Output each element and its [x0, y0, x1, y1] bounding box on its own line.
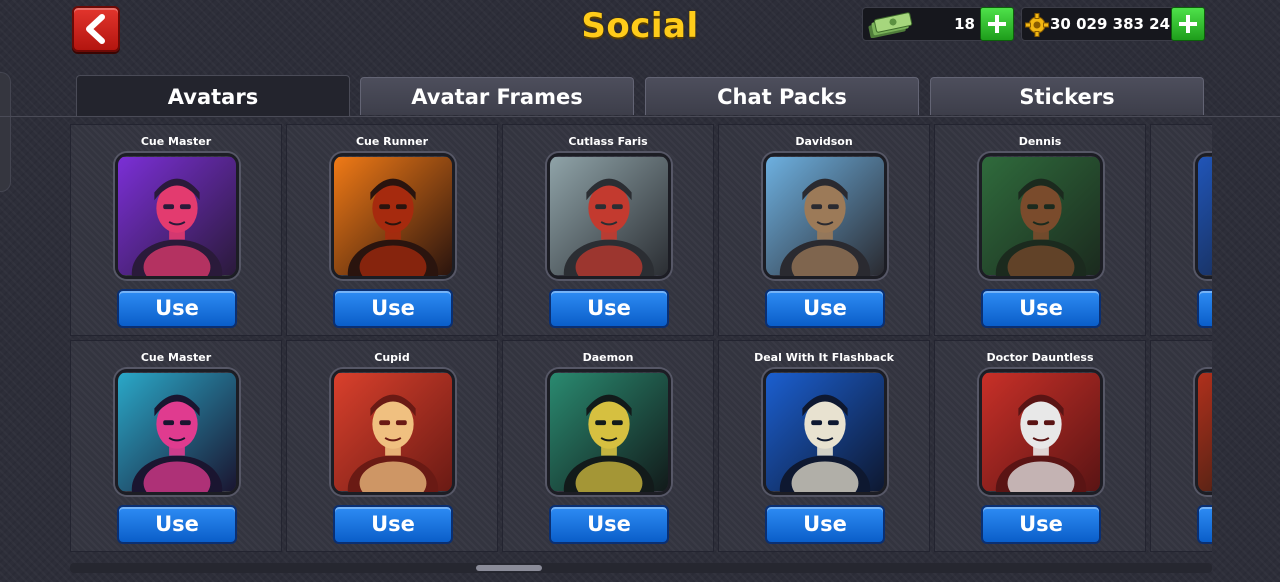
avatar-card: Dennis Use [934, 124, 1146, 336]
use-button[interactable]: Use [117, 505, 237, 544]
cash-amount: 18 [954, 15, 975, 33]
avatar-name: Davidson [795, 135, 853, 148]
scrollbar-thumb[interactable] [476, 565, 542, 571]
avatar-name: Cutlass Faris [568, 135, 648, 148]
avatar-card: Cupid Use [286, 340, 498, 552]
avatar-portrait[interactable] [763, 153, 887, 279]
use-button[interactable]: Use [549, 289, 669, 328]
avatar-name: Cue Master [140, 135, 212, 148]
avatar-image [1198, 157, 1212, 276]
avatar-portrait[interactable] [331, 369, 455, 495]
tab-divider [0, 116, 1280, 117]
coin-gear-icon [1025, 13, 1049, 37]
avatar-name: Cupid [374, 351, 410, 364]
avatar-portrait[interactable] [547, 369, 671, 495]
avatar-name: Cue Runner [355, 135, 429, 148]
add-coins-button[interactable] [1171, 7, 1205, 41]
avatar-name: Dennis [1018, 135, 1062, 148]
avatar-image [334, 373, 452, 492]
avatar-card: Cue Runner Use [286, 124, 498, 336]
avatar-name: Deal With It Flashback [754, 351, 894, 364]
avatar-portrait[interactable] [979, 153, 1103, 279]
avatar-card: Daemon Use [502, 340, 714, 552]
avatar-card: Davidson Use [718, 124, 930, 336]
tab-chat-packs[interactable]: Chat Packs [645, 77, 919, 115]
avatar-portrait[interactable] [115, 369, 239, 495]
cash-balance: 18 [862, 7, 1014, 41]
avatar-card: Cue Master Use [70, 340, 282, 552]
use-button[interactable]: Use [549, 505, 669, 544]
chevron-left-icon [86, 14, 105, 44]
avatar-portrait[interactable] [979, 369, 1103, 495]
avatar-image [982, 373, 1100, 492]
avatar-image [766, 157, 884, 276]
avatar-image [1198, 373, 1212, 492]
coin-amount: 30 029 383 245 [1050, 15, 1181, 33]
cash-stack-icon [868, 12, 913, 38]
avatar-name: D [1151, 135, 1212, 148]
avatar-image [118, 157, 236, 276]
avatar-card: Cutlass Faris Use [502, 124, 714, 336]
avatar-grid-viewport[interactable]: Cue Master Use Cue Runner Use Cutlass Faris U… [70, 124, 1212, 558]
avatar-grid: Cue Master Use Cue Runner Use Cutlass Faris U… [70, 124, 1212, 552]
use-button[interactable]: Use [333, 289, 453, 328]
avatar-name: Doctor Dauntless [986, 351, 1094, 364]
avatar-image [550, 373, 668, 492]
avatar-image [334, 157, 452, 276]
back-button[interactable] [72, 6, 120, 52]
avatar-card: Use [1150, 340, 1212, 552]
use-button[interactable]: Use [1197, 505, 1212, 544]
side-drawer-handle[interactable] [0, 72, 11, 192]
add-cash-button[interactable] [980, 7, 1014, 41]
use-button[interactable]: Use [1197, 289, 1212, 328]
avatar-portrait[interactable] [763, 369, 887, 495]
avatar-card: D Use [1150, 124, 1212, 336]
category-tabs: Avatars Avatar Frames Chat Packs Sticker… [76, 75, 1206, 117]
use-button[interactable]: Use [333, 505, 453, 544]
use-button[interactable]: Use [765, 289, 885, 328]
avatar-image [118, 373, 236, 492]
tab-avatar-frames[interactable]: Avatar Frames [360, 77, 634, 115]
use-button[interactable]: Use [117, 289, 237, 328]
avatar-portrait[interactable] [331, 153, 455, 279]
avatar-portrait[interactable] [547, 153, 671, 279]
use-button[interactable]: Use [981, 505, 1101, 544]
avatar-image [982, 157, 1100, 276]
avatar-portrait[interactable] [115, 153, 239, 279]
avatar-card: Doctor Dauntless Use [934, 340, 1146, 552]
avatar-image [766, 373, 884, 492]
page-title: Social [581, 6, 699, 46]
horizontal-scrollbar[interactable] [70, 563, 1212, 573]
use-button[interactable]: Use [765, 505, 885, 544]
tab-stickers[interactable]: Stickers [930, 77, 1204, 115]
avatar-name: Cue Master [140, 351, 212, 364]
avatar-portrait[interactable] [1195, 153, 1212, 279]
avatar-card: Cue Master Use [70, 124, 282, 336]
coin-balance: 30 029 383 245 [1021, 7, 1205, 41]
avatar-image [550, 157, 668, 276]
tab-avatars[interactable]: Avatars [76, 75, 350, 117]
use-button[interactable]: Use [981, 289, 1101, 328]
social-screen: Social 18 30 029 383 245 Avatars Avatar … [0, 0, 1280, 582]
avatar-card: Deal With It Flashback Use [718, 340, 930, 552]
avatar-portrait[interactable] [1195, 369, 1212, 495]
avatar-name: Daemon [582, 351, 634, 364]
